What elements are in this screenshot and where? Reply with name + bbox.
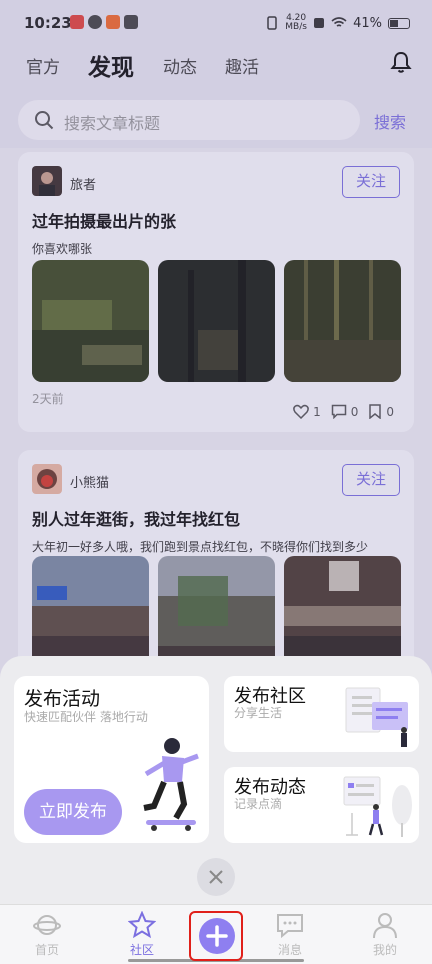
- star-icon: [128, 911, 156, 939]
- publish-activity-title: 发布活动: [24, 688, 101, 710]
- publish-community-card[interactable]: 发布社区 分享生活: [224, 676, 419, 752]
- publish-activity-subtitle: 快速匹配伙伴 落地行动: [24, 710, 148, 724]
- user-icon: [373, 913, 397, 939]
- nav-home-label: 首页: [34, 943, 59, 957]
- planet-icon: [33, 915, 61, 935]
- nav-community[interactable]: 社区: [112, 911, 172, 958]
- nav-messages[interactable]: 消息: [260, 911, 320, 958]
- nav-home[interactable]: 首页: [17, 911, 77, 958]
- publish-activity-card[interactable]: 发布活动 快速匹配伙伴 落地行动 立即发布: [14, 676, 209, 843]
- moment-illustration: [343, 776, 412, 837]
- publish-community-subtitle: 分享生活: [234, 706, 283, 720]
- publish-fab-highlight: [189, 911, 243, 961]
- plus-icon: [206, 925, 228, 947]
- publish-sheet: 发布活动 快速匹配伙伴 落地行动 立即发布 发布社区 分享生活 发布动态 记录点…: [0, 656, 432, 904]
- nav-messages-label: 消息: [277, 943, 302, 957]
- nav-community-label: 社区: [129, 943, 154, 957]
- close-icon: [209, 870, 223, 884]
- community-illustration: [345, 687, 408, 747]
- close-sheet-button[interactable]: [197, 858, 235, 896]
- message-icon: [277, 914, 303, 939]
- nav-profile-label: 我的: [372, 943, 397, 957]
- nav-profile[interactable]: 我的: [355, 911, 415, 958]
- publish-moment-card[interactable]: 发布动态 记录点滴: [224, 767, 419, 843]
- publish-now-button[interactable]: 立即发布: [24, 789, 122, 835]
- publish-fab-button[interactable]: [199, 918, 235, 954]
- skateboarder-illustration: [143, 738, 199, 831]
- publish-moment-subtitle: 记录点滴: [234, 797, 283, 811]
